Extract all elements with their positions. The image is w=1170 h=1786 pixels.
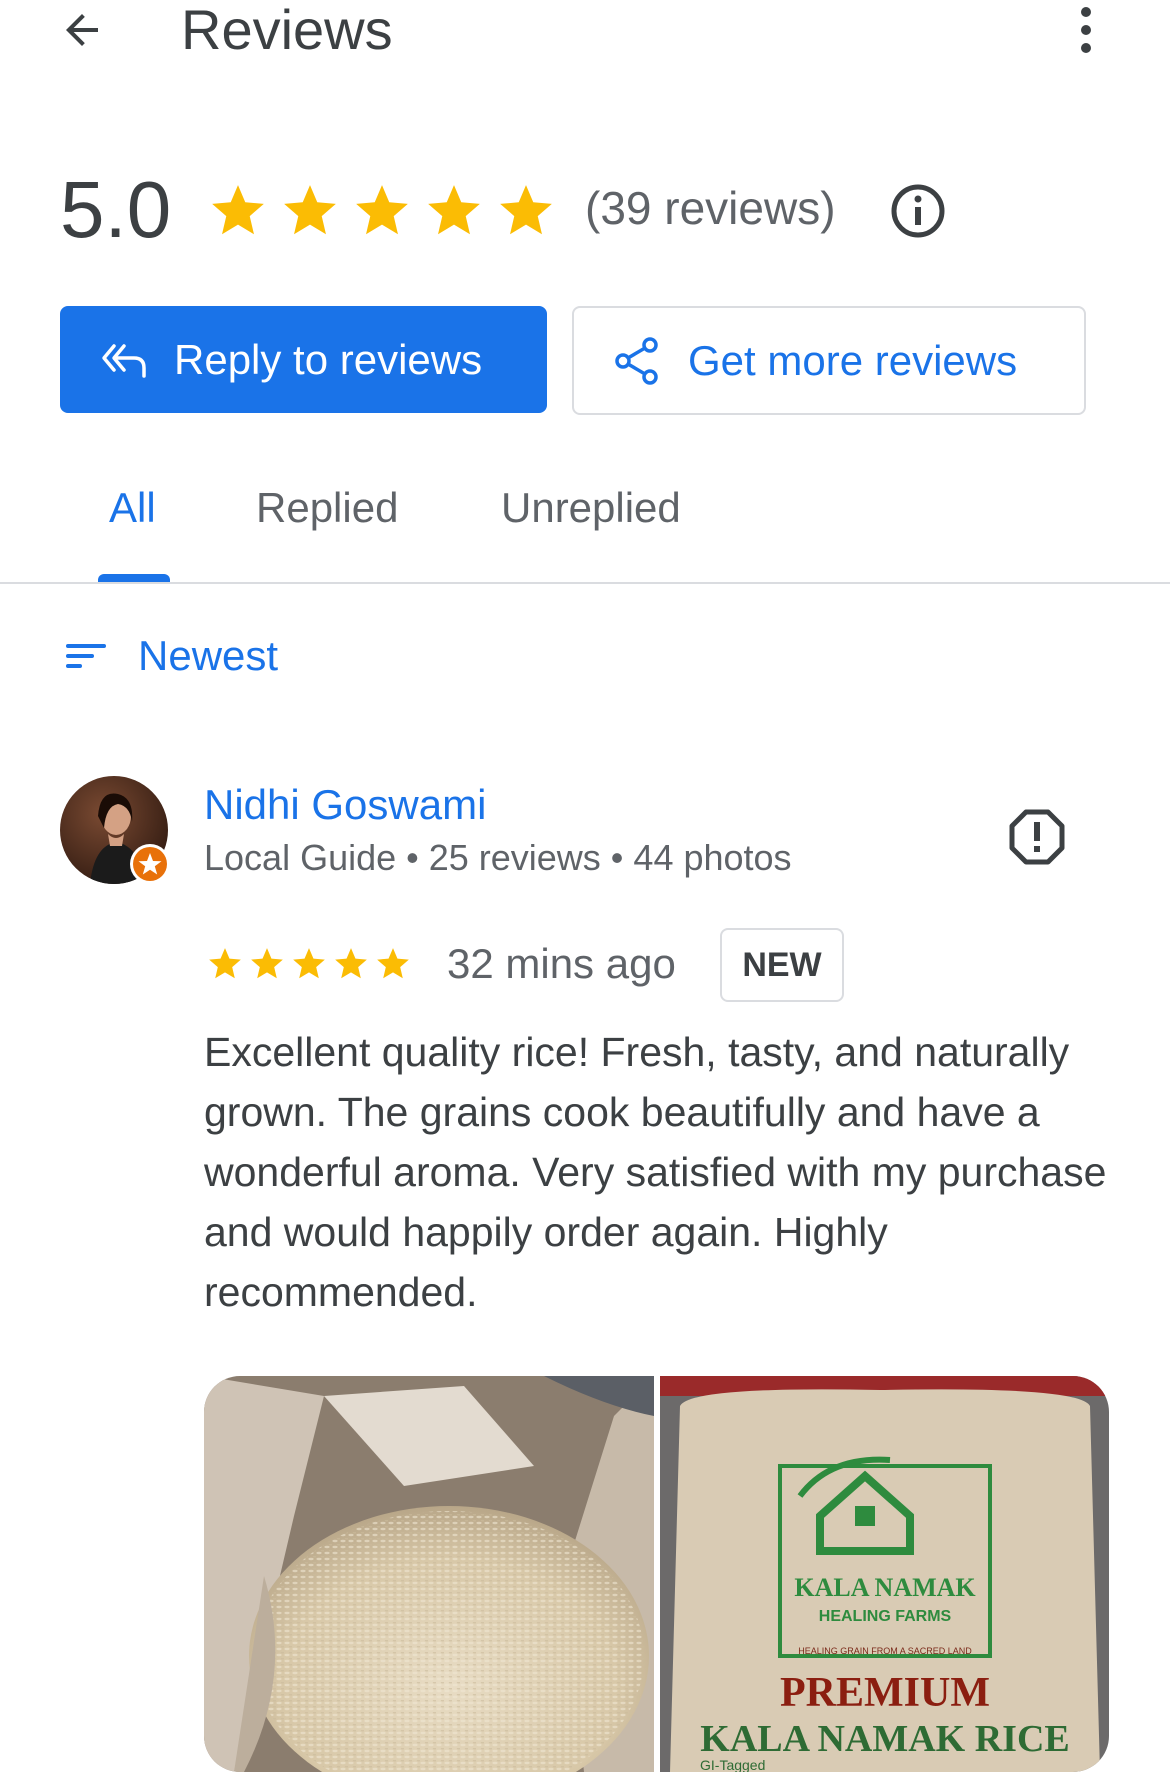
star-icon <box>377 948 409 979</box>
reviewer-meta: Local Guide • 25 reviews • 44 photos <box>204 837 792 878</box>
package-brand-1: KALA NAMAK <box>794 1573 976 1602</box>
sort-label: Newest <box>138 632 279 679</box>
page-title: Reviews <box>181 0 393 61</box>
package-line-2: KALA NAMAK RICE <box>700 1718 1069 1760</box>
local-guide-star-icon <box>133 847 167 881</box>
back-button[interactable] <box>52 0 112 60</box>
local-guide-badge <box>130 844 170 884</box>
tab-all[interactable]: All <box>109 478 156 538</box>
more-vert-icon <box>1081 7 1091 53</box>
share-icon <box>615 336 658 385</box>
get-more-reviews-label: Get more reviews <box>688 336 1018 384</box>
star-icon <box>428 185 480 235</box>
reply-to-reviews-button[interactable]: Reply to reviews <box>60 306 547 413</box>
more-options-button[interactable] <box>1060 0 1112 60</box>
tabs-divider <box>0 582 1170 584</box>
average-rating: 5.0 <box>60 165 172 254</box>
tab-unreplied[interactable]: Unreplied <box>501 478 681 538</box>
report-icon <box>1009 809 1065 865</box>
report-review-button[interactable] <box>1008 808 1066 866</box>
star-icon <box>500 185 552 235</box>
star-icon <box>212 185 264 235</box>
sort-button[interactable]: Newest <box>64 632 278 680</box>
rating-stars <box>206 180 558 242</box>
star-icon <box>209 948 241 979</box>
reply-to-reviews-label: Reply to reviews <box>174 335 483 383</box>
review-stars <box>206 945 412 983</box>
get-more-reviews-button[interactable]: Get more reviews <box>572 306 1086 415</box>
tab-replied[interactable]: Replied <box>256 478 398 538</box>
new-badge: NEW <box>720 928 844 1002</box>
package-brand-2: HEALING FARMS <box>819 1608 952 1625</box>
star-icon <box>293 948 325 979</box>
star-icon <box>356 185 408 235</box>
info-icon <box>891 184 945 238</box>
review-photo-package[interactable]: KALA NAMAK HEALING FARMS HEALING GRAIN F… <box>660 1376 1109 1772</box>
review-text: Excellent quality rice! Fresh, tasty, an… <box>204 1029 1107 1315</box>
star-icon <box>251 948 283 979</box>
package-line-3: GI-Tagged <box>700 1757 765 1772</box>
package-tagline: HEALING GRAIN FROM A SACRED LAND <box>798 1646 972 1656</box>
package-line-1: PREMIUM <box>780 1670 990 1716</box>
star-icon <box>335 948 367 979</box>
review-time: 32 mins ago <box>447 940 676 987</box>
info-button[interactable] <box>890 183 946 239</box>
star-icon <box>284 185 336 235</box>
active-tab-indicator <box>98 574 170 582</box>
review-photo-rice[interactable] <box>204 1376 654 1772</box>
reviewer-name[interactable]: Nidhi Goswami <box>204 780 486 830</box>
arrow-back-icon <box>66 14 98 46</box>
sort-icon <box>66 644 106 668</box>
review-count: (39 reviews) <box>585 182 836 234</box>
reply-all-icon <box>102 343 146 378</box>
